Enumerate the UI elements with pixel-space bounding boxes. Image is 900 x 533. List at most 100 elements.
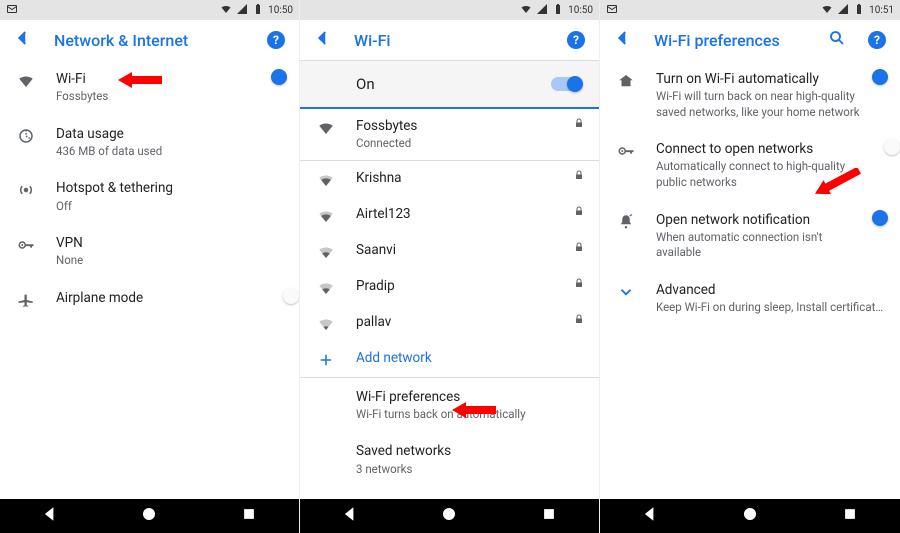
setting-subtitle: Fossbytes	[56, 89, 263, 105]
page-title: Wi-Fi	[354, 31, 545, 50]
back-button[interactable]	[14, 29, 32, 51]
network-item[interactable]: Fossbytes Connected	[300, 109, 599, 160]
nav-recent[interactable]	[240, 505, 258, 527]
lock-icon	[573, 277, 585, 293]
network-item[interactable]: Pradip	[300, 269, 599, 305]
wifi-signal-icon	[314, 315, 338, 333]
preferences-list: Turn on Wi-Fi automatically Wi-Fi will t…	[600, 60, 900, 499]
help-button[interactable]: ?	[567, 31, 585, 49]
pref-title: Turn on Wi-Fi automatically	[656, 70, 864, 88]
bell-icon	[614, 213, 638, 231]
status-bar: 10:50	[0, 0, 299, 20]
network-status: Connected	[356, 136, 555, 152]
back-button[interactable]	[614, 29, 632, 51]
pref-connect-open[interactable]: Connect to open networks Automatically c…	[600, 130, 900, 200]
wifi-signal-icon	[314, 243, 338, 261]
airplane-icon	[14, 291, 38, 309]
saved-networks-item[interactable]: Saved networks 3 networks	[300, 432, 599, 487]
network-name: Krishna	[356, 169, 555, 187]
setting-title: Wi-Fi preferences	[356, 388, 585, 406]
back-button[interactable]	[314, 29, 332, 51]
setting-title: VPN	[56, 234, 285, 252]
setting-subtitle: 436 MB of data used	[56, 144, 285, 160]
wifi-signal-icon	[314, 171, 338, 189]
mail-notification-icon	[606, 3, 618, 18]
pref-title: Open network notification	[656, 211, 864, 229]
setting-subtitle: Off	[56, 199, 285, 215]
expand-icon	[614, 283, 638, 301]
wifi-signal-icon	[314, 207, 338, 225]
home-wifi-icon	[614, 72, 638, 90]
nav-recent[interactable]	[540, 505, 558, 527]
help-button[interactable]: ?	[868, 31, 886, 49]
help-button[interactable]: ?	[267, 31, 285, 49]
battery-status-icon	[252, 3, 264, 18]
search-button[interactable]	[828, 29, 846, 51]
lock-icon	[573, 241, 585, 257]
nav-back[interactable]	[341, 505, 359, 527]
network-name: Airtel123	[356, 205, 555, 223]
wifi-status-icon	[520, 3, 532, 18]
nav-back[interactable]	[641, 505, 659, 527]
network-item[interactable]: pallav	[300, 305, 599, 341]
network-item[interactable]: Airtel123	[300, 197, 599, 233]
pref-title: Connect to open networks	[656, 140, 864, 158]
app-bar: Wi-Fi preferences ?	[600, 20, 900, 60]
wifi-status-icon	[220, 3, 232, 18]
key-icon	[614, 142, 638, 160]
phone-wifi: 10:50 Wi-Fi ? On Fossbytes Connected Kri…	[300, 0, 600, 533]
nav-bar	[0, 499, 299, 533]
pref-advanced[interactable]: Advanced Keep Wi-Fi on during sleep, Ins…	[600, 271, 900, 326]
setting-title: Airplane mode	[56, 289, 263, 307]
settings-list: Wi-Fi Fossbytes Data usage 436 MB of dat…	[0, 60, 299, 499]
wifi-status-icon	[821, 3, 833, 18]
lock-icon	[573, 205, 585, 221]
pref-subtitle: Keep Wi-Fi on during sleep, Install cert…	[656, 300, 886, 316]
nav-bar	[600, 499, 900, 533]
setting-title: Saved networks	[356, 442, 585, 460]
nav-home[interactable]	[741, 505, 759, 527]
setting-vpn[interactable]: VPN None	[0, 224, 299, 279]
status-time: 10:50	[268, 5, 293, 16]
pref-subtitle: Automatically connect to high-quality pu…	[656, 159, 864, 190]
vpn-icon	[14, 236, 38, 254]
network-item[interactable]: Saanvi	[300, 233, 599, 269]
nav-home[interactable]	[440, 505, 458, 527]
network-item[interactable]: Krishna	[300, 161, 599, 197]
status-bar: 10:50	[300, 0, 599, 20]
pref-title: Advanced	[656, 281, 886, 299]
wifi-master-toggle[interactable]	[551, 77, 581, 91]
app-bar: Wi-Fi ?	[300, 20, 599, 60]
setting-airplane[interactable]: Airplane mode	[0, 279, 299, 319]
nav-bar	[300, 499, 599, 533]
signal-status-icon	[236, 3, 248, 18]
phone-wifi-preferences: 10:51 Wi-Fi preferences ? Turn on Wi-Fi …	[600, 0, 900, 533]
wifi-preferences-item[interactable]: Wi-Fi preferences Wi-Fi turns back on au…	[300, 378, 599, 433]
network-name: pallav	[356, 313, 555, 331]
setting-hotspot[interactable]: Hotspot & tethering Off	[0, 169, 299, 224]
pref-open-network-notification[interactable]: Open network notification When automatic…	[600, 201, 900, 271]
network-name: Pradip	[356, 277, 555, 295]
nav-home[interactable]	[140, 505, 158, 527]
setting-title: Data usage	[56, 125, 285, 143]
nav-recent[interactable]	[841, 505, 859, 527]
plus-icon	[314, 351, 338, 369]
pref-auto-wifi[interactable]: Turn on Wi-Fi automatically Wi-Fi will t…	[600, 60, 900, 130]
nav-back[interactable]	[41, 505, 59, 527]
status-time: 10:51	[869, 5, 894, 16]
signal-status-icon	[837, 3, 849, 18]
wifi-state-label: On	[356, 75, 375, 93]
data-usage-icon	[14, 127, 38, 145]
mail-notification-icon	[6, 3, 18, 18]
network-name: Saanvi	[356, 241, 555, 259]
setting-wifi[interactable]: Wi-Fi Fossbytes	[0, 60, 299, 115]
wifi-signal-icon	[314, 119, 338, 137]
setting-subtitle: 3 networks	[356, 462, 585, 478]
pref-subtitle: When automatic connection isn't availabl…	[656, 230, 864, 261]
wifi-master-toggle-row[interactable]: On	[300, 60, 599, 109]
wifi-content: On Fossbytes Connected Krishna Airtel123…	[300, 60, 599, 499]
add-network-button[interactable]: Add network	[300, 341, 599, 377]
setting-data-usage[interactable]: Data usage 436 MB of data used	[0, 115, 299, 170]
battery-status-icon	[853, 3, 865, 18]
network-name: Fossbytes	[356, 117, 555, 135]
